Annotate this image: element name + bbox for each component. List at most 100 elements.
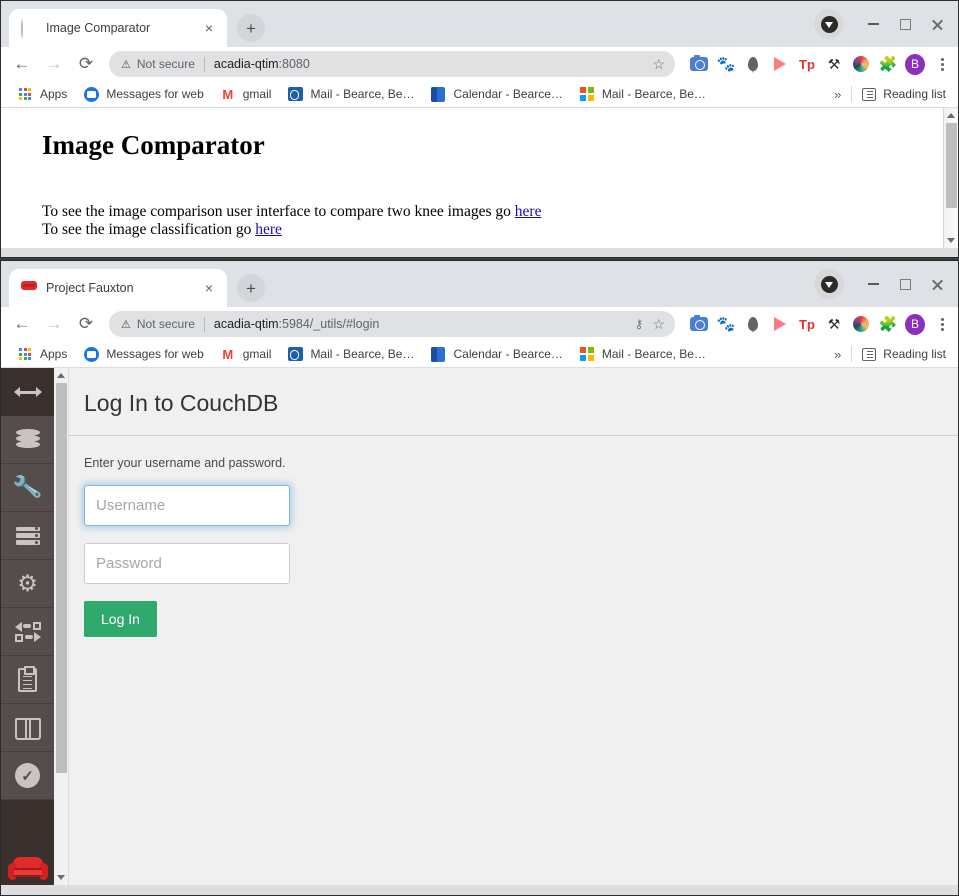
bookmark-calendar-bearce[interactable]: Calendar - Bearce… <box>422 83 570 105</box>
bookmark-gmail[interactable]: M gmail <box>212 343 280 365</box>
sidebar-item-toggle-sidebar[interactable] <box>1 368 54 416</box>
scroll-down-icon[interactable] <box>54 870 69 885</box>
minimize-button[interactable] <box>858 269 888 299</box>
bookmark-apps[interactable]: Apps <box>9 83 75 105</box>
bookmark-mail-bearce-2[interactable]: Mail - Bearce, Be… <box>571 343 714 365</box>
task-list-icon <box>15 526 40 545</box>
reading-list-button[interactable]: Reading list <box>862 87 946 101</box>
tp-icon[interactable]: Tp <box>797 54 817 74</box>
forward-button[interactable]: → <box>39 309 69 339</box>
sidebar-item-docs[interactable] <box>1 704 54 752</box>
map-pin-icon[interactable] <box>743 54 763 74</box>
scroll-thumb[interactable] <box>55 383 67 773</box>
new-tab-button[interactable]: + <box>237 14 265 42</box>
address-bar[interactable]: ⚠ Not secure acadia-qtim:8080 ☆ <box>109 51 675 77</box>
profile-chevron-icon[interactable] <box>814 269 844 299</box>
scroll-up-icon[interactable] <box>944 108 959 123</box>
scroll-thumb[interactable] <box>945 123 957 208</box>
page-viewport-top: Image Comparator To see the image compar… <box>1 108 958 248</box>
window-controls-top <box>814 1 958 47</box>
sidebar-item-active-tasks[interactable] <box>1 512 54 560</box>
log-in-button[interactable]: Log In <box>84 601 157 637</box>
bookmark-mail-bearce-1[interactable]: Mail - Bearce, Be… <box>279 343 422 365</box>
tab-image-comparator[interactable]: Image Comparator × <box>9 9 227 47</box>
bookmark-apps[interactable]: Apps <box>9 343 75 365</box>
scroll-track[interactable] <box>944 123 959 233</box>
gnome-foot-icon[interactable]: 🐾 <box>716 54 736 74</box>
tp-icon[interactable]: Tp <box>797 314 817 334</box>
classification-link[interactable]: here <box>255 221 282 238</box>
red-play-icon[interactable] <box>770 54 790 74</box>
password-key-icon[interactable]: ⚷ <box>635 317 644 331</box>
omnibox-actions: ☆ <box>652 56 665 73</box>
database-icon <box>15 428 40 451</box>
reading-list-button[interactable]: Reading list <box>862 347 946 361</box>
url-path: :8080 <box>278 57 310 71</box>
scroll-down-icon[interactable] <box>944 233 959 248</box>
app-scrollbar[interactable] <box>54 368 69 885</box>
chevron-overflow-icon[interactable]: » <box>834 87 841 102</box>
bookmark-label: Apps <box>40 347 68 361</box>
minimize-button[interactable] <box>858 9 888 39</box>
address-bar[interactable]: ⚠ Not secure acadia-qtim:5984/_utils/#lo… <box>109 311 675 337</box>
bookmark-label: Mail - Bearce, Be… <box>310 347 415 361</box>
back-button[interactable]: ← <box>7 49 37 79</box>
chrome-menu-icon[interactable] <box>932 314 952 334</box>
screenshot-camera-icon[interactable] <box>689 314 709 334</box>
security-label: Not secure <box>136 317 195 331</box>
profile-chevron-icon[interactable] <box>814 9 844 39</box>
gnome-foot-icon[interactable]: 🐾 <box>716 314 736 334</box>
comparison-link[interactable]: here <box>515 203 542 220</box>
bookmark-star-icon[interactable]: ☆ <box>652 316 665 333</box>
password-input[interactable] <box>84 543 290 584</box>
chrome-menu-icon[interactable] <box>932 54 952 74</box>
close-window-button[interactable] <box>922 269 952 299</box>
close-icon[interactable]: × <box>199 278 219 298</box>
bookmark-mail-bearce-1[interactable]: Mail - Bearce, Be… <box>279 83 422 105</box>
reading-list-icon <box>862 87 877 101</box>
dark-tool-icon[interactable]: ⚒ <box>824 314 844 334</box>
bookmark-gmail[interactable]: M gmail <box>212 83 280 105</box>
url-text: acadia-qtim:8080 <box>214 57 310 71</box>
sidebar-item-verify[interactable]: ✓ <box>1 752 54 800</box>
close-window-button[interactable] <box>922 9 952 39</box>
red-play-icon[interactable] <box>770 314 790 334</box>
sidebar-item-documentation[interactable] <box>1 656 54 704</box>
dark-tool-icon[interactable]: ⚒ <box>824 54 844 74</box>
bookmark-label: Mail - Bearce, Be… <box>601 87 706 101</box>
puzzle-piece-icon[interactable]: 🧩 <box>878 314 898 334</box>
omnibox-actions: ⚷ ☆ <box>635 316 665 333</box>
puzzle-piece-icon[interactable]: 🧩 <box>878 54 898 74</box>
bookmark-star-icon[interactable]: ☆ <box>652 56 665 73</box>
screenshot-camera-icon[interactable] <box>689 54 709 74</box>
close-icon[interactable]: × <box>199 18 219 38</box>
scroll-up-icon[interactable] <box>54 368 69 383</box>
sidebar-item-databases[interactable] <box>1 416 54 464</box>
sidebar-item-replication[interactable] <box>1 608 54 656</box>
chevron-overflow-icon[interactable]: » <box>834 347 841 362</box>
username-input[interactable] <box>84 485 290 526</box>
profile-avatar[interactable]: B <box>905 53 925 75</box>
back-button[interactable]: ← <box>7 309 37 339</box>
microsoft-icon <box>579 346 595 362</box>
tab-project-fauxton[interactable]: Project Fauxton × <box>9 269 227 307</box>
scroll-track[interactable] <box>54 383 69 870</box>
forward-button[interactable]: → <box>39 49 69 79</box>
divider <box>203 316 205 332</box>
map-pin-icon[interactable] <box>743 314 763 334</box>
new-tab-button[interactable]: + <box>237 274 265 302</box>
reload-button[interactable]: ⟳ <box>71 309 101 339</box>
sidebar-item-configuration[interactable]: ⚙ <box>1 560 54 608</box>
bookmark-mail-bearce-2[interactable]: Mail - Bearce, Be… <box>571 83 714 105</box>
sidebar-item-setup[interactable]: 🔧 <box>1 464 54 512</box>
maximize-button[interactable] <box>890 9 920 39</box>
bookmark-calendar-bearce[interactable]: Calendar - Bearce… <box>422 343 570 365</box>
maximize-button[interactable] <box>890 269 920 299</box>
profile-avatar[interactable]: B <box>905 313 925 335</box>
reload-button[interactable]: ⟳ <box>71 49 101 79</box>
bookmark-messages-for-web[interactable]: Messages for web <box>75 343 211 365</box>
color-wheel-icon[interactable] <box>851 314 871 334</box>
bookmark-messages-for-web[interactable]: Messages for web <box>75 83 211 105</box>
color-wheel-icon[interactable] <box>851 54 871 74</box>
page-scrollbar-top[interactable] <box>943 108 958 248</box>
